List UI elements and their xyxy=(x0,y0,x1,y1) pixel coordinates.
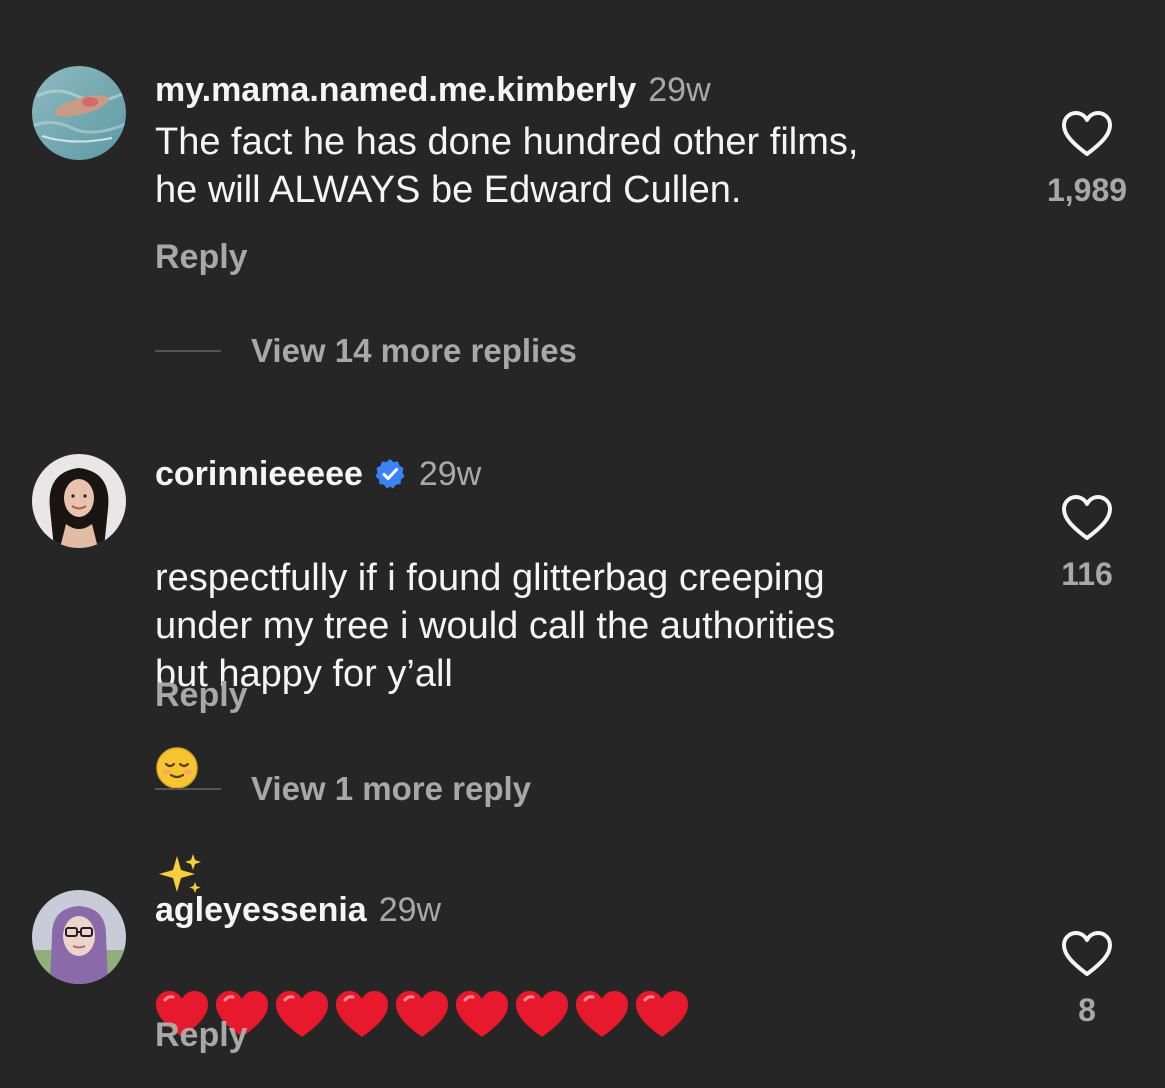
timestamp: 29w xyxy=(648,71,711,109)
comment-header: agleyessenia 29w xyxy=(155,890,441,930)
like-control: 8 xyxy=(1037,930,1137,1029)
comments-feed: my.mama.named.me.kimberly 29w The fact h… xyxy=(0,0,1165,1088)
view-more-label: View 1 more reply xyxy=(251,770,532,807)
comment-text-content: respectfully if i found glitterbag creep… xyxy=(155,557,836,695)
red-heart-emoji xyxy=(276,991,328,1037)
username[interactable]: my.mama.named.me.kimberly xyxy=(155,70,636,110)
view-more-replies-button[interactable]: View 14 more replies xyxy=(155,332,577,370)
red-heart-emoji xyxy=(456,991,508,1037)
timestamp: 29w xyxy=(378,891,442,929)
heart-outline-icon[interactable] xyxy=(1061,930,1113,978)
reply-button[interactable]: Reply xyxy=(155,238,248,277)
red-heart-emoji xyxy=(576,991,628,1037)
red-heart-emoji xyxy=(396,991,448,1037)
heart-outline-icon[interactable] xyxy=(1061,494,1113,542)
timestamp: 29w xyxy=(418,455,482,493)
like-count: 8 xyxy=(1078,992,1096,1028)
view-more-label: View 14 more replies xyxy=(251,332,577,369)
divider xyxy=(155,350,221,352)
heart-outline-icon[interactable] xyxy=(1061,110,1113,158)
comment-header: my.mama.named.me.kimberly 29w xyxy=(155,70,711,110)
hearts-row xyxy=(153,988,1015,1040)
avatar[interactable] xyxy=(32,454,126,548)
divider xyxy=(155,788,221,790)
red-heart-emoji xyxy=(516,991,568,1037)
like-count: 1,989 xyxy=(1046,172,1128,208)
like-control: 116 xyxy=(1037,494,1137,593)
like-control: 1,989 xyxy=(1037,110,1137,209)
view-more-replies-button[interactable]: View 1 more reply xyxy=(155,770,531,808)
comment-text: respectfully if i found glitterbag creep… xyxy=(155,506,1015,912)
username[interactable]: agleyessenia xyxy=(155,890,367,930)
avatar[interactable] xyxy=(32,66,126,160)
comment-text xyxy=(155,940,1015,1088)
avatar[interactable] xyxy=(32,890,126,984)
reply-button[interactable]: Reply xyxy=(155,676,248,715)
comment-header: corinnieeeee 29w xyxy=(155,454,481,494)
username[interactable]: corinnieeeee xyxy=(155,454,363,494)
like-count: 116 xyxy=(1061,556,1113,592)
red-heart-emoji xyxy=(336,991,388,1037)
verified-badge-icon xyxy=(373,457,407,491)
red-heart-emoji xyxy=(636,991,688,1037)
reply-button[interactable]: Reply xyxy=(155,1016,248,1055)
comment-text: The fact he has done hundred other films… xyxy=(155,121,859,211)
